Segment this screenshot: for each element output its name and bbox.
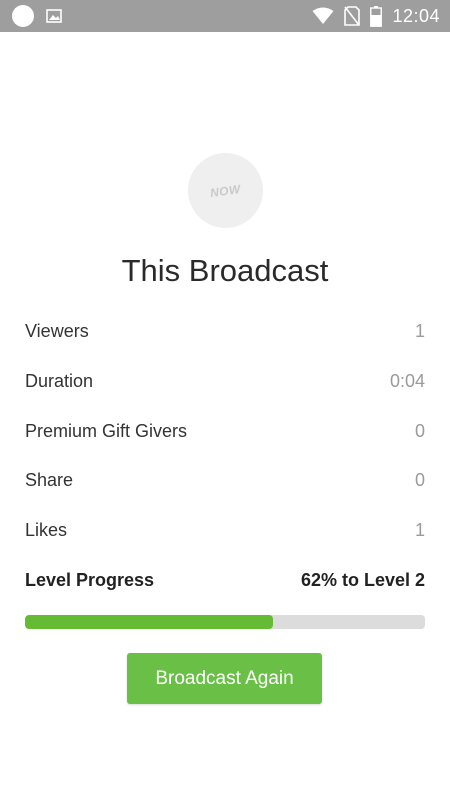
stat-label: Premium Gift Givers [25,420,188,441]
wifi-icon [312,7,334,24]
avatar: NOW [188,153,263,228]
status-bar: 12:04 [0,0,450,32]
stat-value: 1 [414,320,425,341]
stat-row-likes: Likes 1 [25,515,425,545]
broadcast-again-button[interactable]: Broadcast Again [127,653,322,704]
level-progress-row: Level Progress 62% to Level 2 [25,565,425,595]
stat-value: 0:04 [389,370,425,391]
stat-value: 0 [414,420,425,441]
battery-icon [370,5,383,27]
stat-value: 0 [414,469,425,490]
stat-row-share: Share 0 [25,465,425,495]
page-title: This Broadcast [121,253,329,288]
stat-label: Share [25,469,74,490]
stat-label: Viewers [25,320,89,341]
stat-label: Duration [25,370,94,391]
status-left [12,5,62,27]
avatar-logo-text: NOW [209,181,242,200]
status-right: 12:04 [312,4,440,28]
stat-label: Likes [25,519,68,540]
stat-row-duration: Duration 0:04 [25,366,425,396]
stat-row-premium-gift-givers: Premium Gift Givers 0 [25,416,425,446]
no-sim-icon [344,6,361,26]
stat-row-viewers: Viewers 1 [25,316,425,346]
circle-notification-icon [12,5,34,27]
stat-value: 1 [414,519,425,540]
level-progress-fill [25,615,273,629]
level-progress-bar [25,615,425,629]
level-progress-value: 62% to Level 2 [300,569,425,590]
status-time: 12:04 [392,5,440,26]
level-progress-label: Level Progress [25,569,155,590]
image-notification-icon [46,9,62,23]
